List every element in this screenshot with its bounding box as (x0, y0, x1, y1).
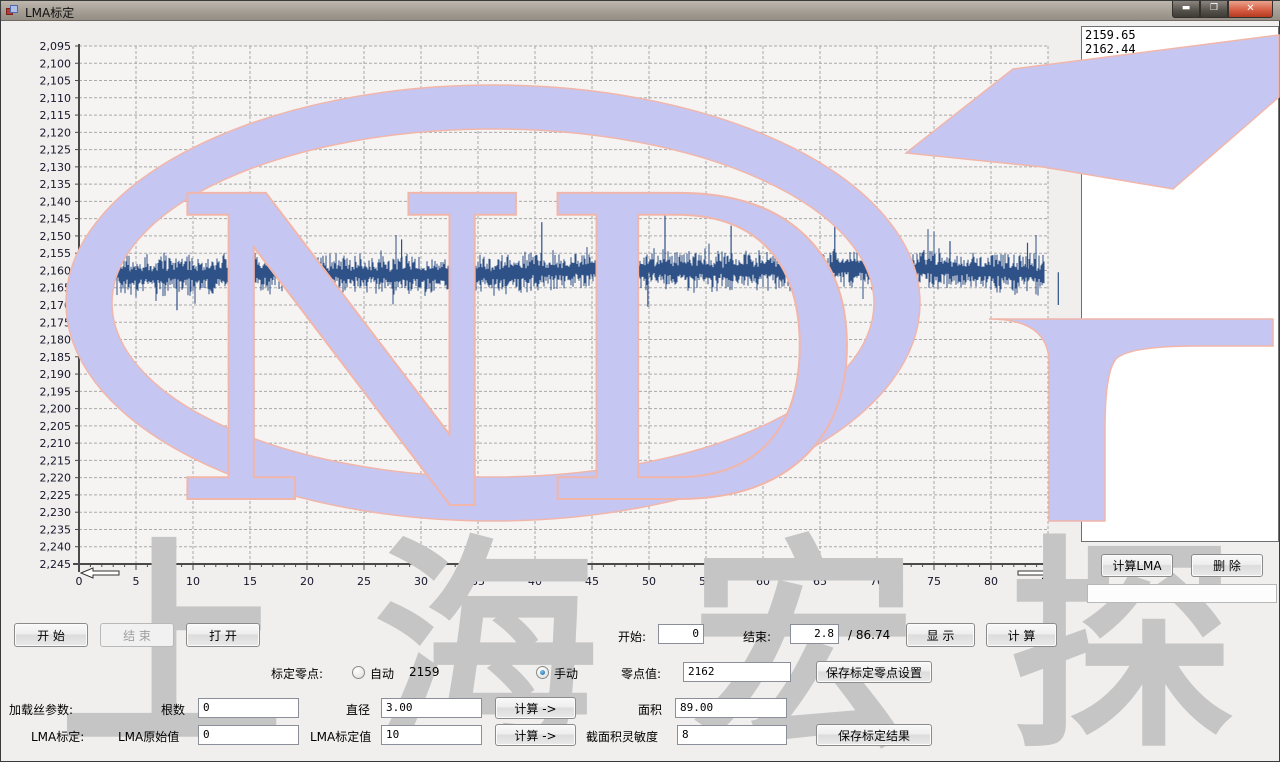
lma-cal-input[interactable]: 10 (381, 725, 482, 745)
area-input[interactable]: 89.00 (675, 698, 787, 718)
lma-raw-input[interactable]: 0 (198, 725, 299, 745)
auto-zero-value: 2159 (409, 665, 440, 679)
auto-zero-label: 自动 (370, 665, 394, 682)
zero-value-input[interactable]: 2162 (683, 662, 791, 682)
calc-lma-button[interactable]: 计算LMA (1101, 554, 1173, 577)
total-length-text: / 86.74 (848, 628, 890, 642)
manual-zero-label: 手动 (554, 665, 578, 682)
calculate-button[interactable]: 计 算 (986, 623, 1057, 647)
open-button[interactable]: 打 开 (186, 623, 260, 647)
close-button[interactable]: ✕ (1228, 1, 1273, 18)
chart-grid-axes (9, 25, 1077, 613)
sensitivity-label: 截面积灵敏度 (586, 728, 658, 745)
lma-raw-label: LMA原始值 (118, 728, 179, 745)
end-button[interactable]: 结 束 (100, 623, 174, 647)
show-button[interactable]: 显 示 (906, 623, 975, 647)
manual-zero-radio[interactable] (536, 666, 549, 679)
save-zero-button[interactable]: 保存标定零点设置 (816, 661, 932, 683)
auto-zero-radio[interactable] (352, 666, 365, 679)
calc-lma-row-button[interactable]: 计算 -> (495, 724, 576, 746)
zero-section-label: 标定零点: (271, 665, 323, 682)
end-pos-input[interactable]: 2.8 (790, 624, 839, 644)
delete-button[interactable]: 删 除 (1191, 554, 1263, 577)
results-listbox[interactable]: 2159.652162.44 (1081, 26, 1279, 542)
restore-button[interactable]: ❐ (1200, 1, 1228, 18)
minimize-button[interactable]: ▬ (1172, 1, 1200, 18)
title-bar[interactable]: LMA标定 ▬ ❐ ✕ (1, 1, 1280, 21)
lma-cal-label: LMA标定值 (310, 728, 371, 745)
chart-panel[interactable]: 2,0952,1002,1052,1102,1152,1202,1252,130… (9, 25, 1077, 613)
wire-count-label: 根数 (161, 701, 185, 718)
window-icon (6, 5, 19, 17)
save-result-button[interactable]: 保存标定结果 (816, 724, 932, 746)
window-title: LMA标定 (25, 4, 74, 21)
zero-value-label: 零点值: (621, 665, 661, 682)
lma-section-label: LMA标定: (31, 728, 84, 745)
side-result-field[interactable] (1087, 584, 1277, 603)
start-button[interactable]: 开 始 (14, 623, 88, 647)
diameter-input[interactable]: 3.00 (381, 698, 482, 718)
sensitivity-input[interactable]: 8 (677, 725, 787, 745)
lma-calibration-window: { "window": { "title": "LMA标定", "minimiz… (0, 0, 1280, 762)
wire-count-input[interactable]: 0 (198, 698, 299, 718)
start-pos-input[interactable]: 0 (658, 624, 704, 644)
list-item[interactable]: 2162.44 (1085, 42, 1275, 56)
diameter-label: 直径 (346, 701, 370, 718)
calc-area-button[interactable]: 计算 -> (495, 697, 576, 719)
wire-params-label: 加载丝参数: (9, 701, 73, 718)
area-label: 面积 (638, 701, 662, 718)
start-pos-label: 开始: (618, 628, 646, 645)
list-item[interactable]: 2159.65 (1085, 28, 1275, 42)
end-pos-label: 结束: (743, 628, 771, 645)
